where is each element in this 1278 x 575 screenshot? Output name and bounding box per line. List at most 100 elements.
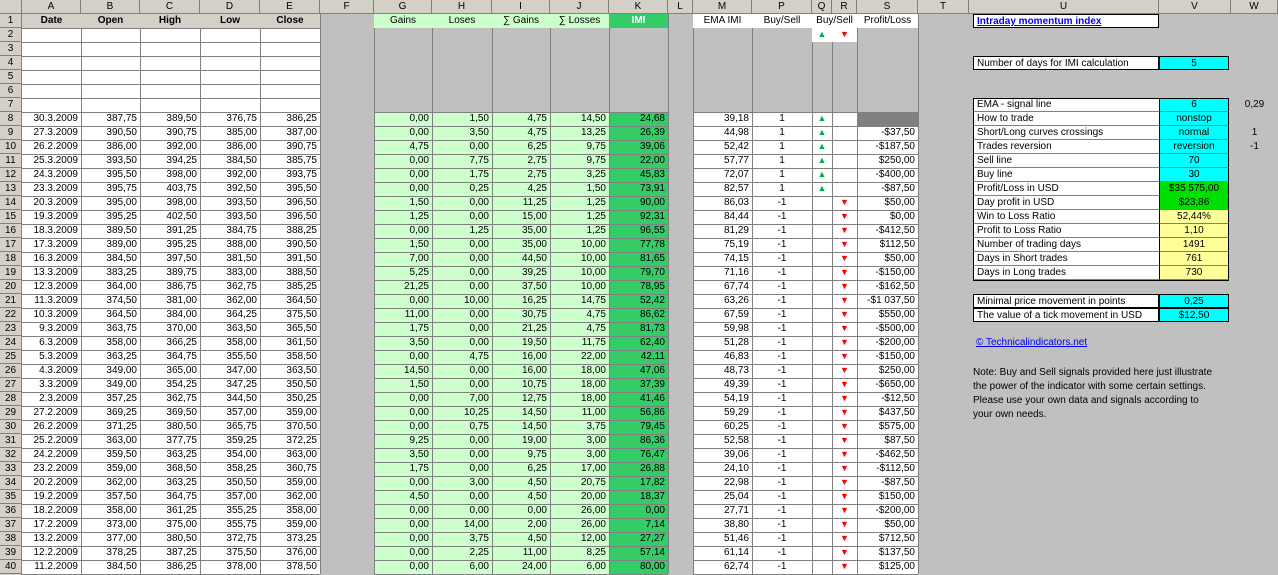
row-header-27[interactable]: 27	[0, 378, 21, 392]
row-header-36[interactable]: 36	[0, 504, 21, 518]
row-header-28[interactable]: 28	[0, 392, 21, 406]
column-header-k[interactable]: K	[609, 0, 668, 14]
row-header-15[interactable]: 15	[0, 210, 21, 224]
row-header-23[interactable]: 23	[0, 322, 21, 336]
param-value[interactable]: 1,10	[1159, 224, 1229, 238]
column-header-q[interactable]: Q	[812, 0, 832, 14]
param-value[interactable]: $35 575,00	[1159, 182, 1229, 196]
column-header-b[interactable]: B	[81, 0, 140, 14]
tick-param-value[interactable]: $12,50	[1159, 308, 1229, 322]
row-header-10[interactable]: 10	[0, 140, 21, 154]
param-value[interactable]: 6	[1159, 98, 1229, 112]
gains-cell: 0,00	[409, 113, 429, 124]
row-header-30[interactable]: 30	[0, 420, 21, 434]
row-header-18[interactable]: 18	[0, 252, 21, 266]
param-value[interactable]: 761	[1159, 252, 1229, 266]
row-header-8[interactable]: 8	[0, 112, 21, 126]
row-header-34[interactable]: 34	[0, 476, 21, 490]
row-header-5[interactable]: 5	[0, 70, 21, 84]
profit-loss-cell: $250,00	[878, 365, 915, 376]
row-header-21[interactable]: 21	[0, 294, 21, 308]
sell-arrow-icon: ▼	[840, 365, 849, 375]
row-header-25[interactable]: 25	[0, 350, 21, 364]
imi-cell: 52,42	[639, 295, 665, 306]
column-header-t[interactable]: T	[918, 0, 969, 14]
open-cell: 378,25	[106, 547, 137, 558]
param-value[interactable]: 30	[1159, 168, 1229, 182]
column-header-c[interactable]: C	[140, 0, 200, 14]
row-header-31[interactable]: 31	[0, 434, 21, 448]
row-header-13[interactable]: 13	[0, 182, 21, 196]
row-header-4[interactable]: 4	[0, 56, 21, 70]
column-header-v[interactable]: V	[1159, 0, 1231, 14]
select-all-corner[interactable]	[0, 0, 22, 14]
date-cell: 19.3.2009	[33, 211, 79, 222]
row-header-17[interactable]: 17	[0, 238, 21, 252]
high-cell: 403,75	[166, 183, 197, 194]
website-link[interactable]: © Technicalindicators.net	[973, 336, 1159, 350]
row-header-40[interactable]: 40	[0, 560, 21, 574]
column-header-i[interactable]: I	[492, 0, 550, 14]
row-header-33[interactable]: 33	[0, 462, 21, 476]
column-header-m[interactable]: M	[693, 0, 752, 14]
column-header-p[interactable]: P	[752, 0, 812, 14]
signal-cell: -1	[777, 379, 787, 390]
open-cell: 371,25	[106, 421, 137, 432]
profit-loss-cell: $125,00	[878, 561, 915, 572]
param-value[interactable]: 70	[1159, 154, 1229, 168]
sell-arrow-icon: ▼	[840, 449, 849, 459]
param-value[interactable]: reversion	[1159, 140, 1229, 154]
row-header-32[interactable]: 32	[0, 448, 21, 462]
row-header-26[interactable]: 26	[0, 364, 21, 378]
row-header-6[interactable]: 6	[0, 84, 21, 98]
row-header-14[interactable]: 14	[0, 196, 21, 210]
param-value[interactable]: nonstop	[1159, 112, 1229, 126]
open-cell: 349,00	[106, 379, 137, 390]
header-buy-sell-arrows: Buy/Sell	[812, 14, 857, 28]
close-cell: 387,00	[286, 127, 317, 138]
row-header-20[interactable]: 20	[0, 280, 21, 294]
param-value[interactable]: $23,86	[1159, 196, 1229, 210]
row-header-12[interactable]: 12	[0, 168, 21, 182]
sum-losses-cell: 4,75	[586, 309, 606, 320]
row-header-19[interactable]: 19	[0, 266, 21, 280]
row-header-39[interactable]: 39	[0, 546, 21, 560]
low-cell: 350,50	[226, 477, 257, 488]
row-header-3[interactable]: 3	[0, 42, 21, 56]
tick-param-value[interactable]: 0,25	[1159, 294, 1229, 308]
column-header-e[interactable]: E	[260, 0, 320, 14]
row-header-29[interactable]: 29	[0, 406, 21, 420]
row-header-9[interactable]: 9	[0, 126, 21, 140]
row-header-1[interactable]: 1	[0, 14, 21, 28]
row-header-24[interactable]: 24	[0, 336, 21, 350]
column-header-l[interactable]: L	[668, 0, 693, 14]
row-header-35[interactable]: 35	[0, 490, 21, 504]
row-header-11[interactable]: 11	[0, 154, 21, 168]
sum-gains-cell: 16,00	[521, 365, 547, 376]
row-header-16[interactable]: 16	[0, 224, 21, 238]
row-header-38[interactable]: 38	[0, 532, 21, 546]
header-profit-loss: Profit/Loss	[857, 14, 918, 28]
column-header-g[interactable]: G	[374, 0, 432, 14]
column-header-u[interactable]: U	[969, 0, 1159, 14]
column-header-s[interactable]: S	[857, 0, 918, 14]
column-header-f[interactable]: F	[320, 0, 374, 14]
row-header-22[interactable]: 22	[0, 308, 21, 322]
param-value[interactable]: 730	[1159, 266, 1229, 280]
param-value[interactable]: 52,44%	[1159, 210, 1229, 224]
low-cell: 393,50	[226, 197, 257, 208]
loses-cell: 2,25	[469, 547, 489, 558]
row-header-7[interactable]: 7	[0, 98, 21, 112]
column-header-a[interactable]: A	[22, 0, 81, 14]
column-header-d[interactable]: D	[200, 0, 260, 14]
column-header-j[interactable]: J	[550, 0, 609, 14]
param-value[interactable]: normal	[1159, 126, 1229, 140]
column-header-w[interactable]: W	[1231, 0, 1278, 14]
row-header-2[interactable]: 2	[0, 28, 21, 42]
column-header-r[interactable]: R	[832, 0, 857, 14]
param-value[interactable]: 1491	[1159, 238, 1229, 252]
column-header-h[interactable]: H	[432, 0, 492, 14]
row-header-37[interactable]: 37	[0, 518, 21, 532]
close-cell: 372,25	[286, 435, 317, 446]
spreadsheet[interactable]: ABCDEFGHIJKLMPQRSTUVW 1 2 3 4 5 6 7 8 9 10 11 12 13 1…	[0, 0, 1278, 575]
